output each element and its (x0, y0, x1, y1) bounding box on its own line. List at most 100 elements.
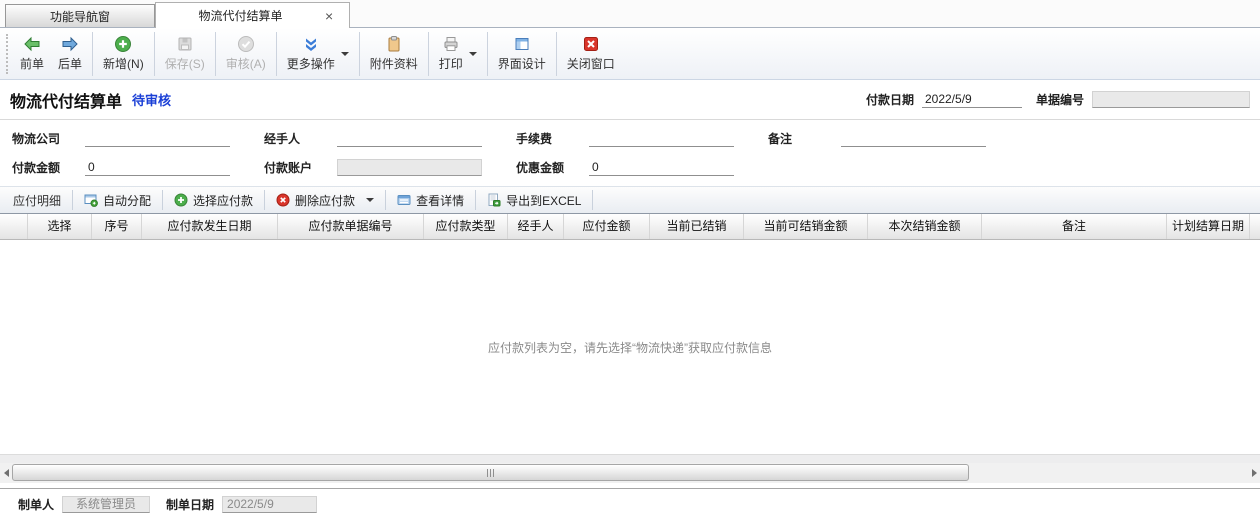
tab-bar: 功能导航窗 物流代付结算单 × (0, 0, 1260, 28)
column-header-indicator (0, 214, 28, 239)
more-actions-label: 更多操作 (287, 55, 335, 72)
column-header-filler (1250, 214, 1260, 239)
plus-circle-green-icon (174, 193, 188, 207)
toolbar-separator (276, 32, 277, 76)
scrollbar-thumb[interactable] (12, 464, 969, 481)
save-button[interactable]: 保存(S) (158, 33, 212, 74)
column-header-settleable-amount[interactable]: 当前可结销金额 (744, 214, 868, 239)
toolbar-separator (264, 190, 265, 210)
add-new-button[interactable]: 新增(N) (96, 33, 151, 74)
horizontal-scrollbar[interactable] (0, 463, 1260, 483)
column-header-handler[interactable]: 经手人 (508, 214, 564, 239)
double-chevron-down-icon (302, 35, 320, 53)
create-date-label: 制单日期 (166, 496, 214, 514)
column-header-remark[interactable]: 备注 (982, 214, 1167, 239)
export-excel-button[interactable]: 导出到EXCEL (478, 188, 590, 212)
ui-design-button[interactable]: 界面设计 (491, 33, 553, 74)
handler-input[interactable] (337, 130, 482, 147)
dropdown-arrow-icon[interactable] (469, 52, 477, 56)
column-header-payable-type[interactable]: 应付款类型 (424, 214, 508, 239)
field-discount: 优惠金额 0 (516, 159, 734, 176)
tab-function-nav[interactable]: 功能导航窗 (5, 4, 155, 27)
prev-doc-button[interactable]: 前单 (13, 33, 51, 74)
toolbar-separator (359, 32, 360, 76)
auto-assign-label: 自动分配 (103, 192, 151, 209)
layout-window-icon (513, 35, 531, 53)
check-circle-icon (237, 35, 255, 53)
detail-title: 应付明细 (4, 192, 70, 209)
select-payable-label: 选择应付款 (193, 192, 253, 209)
handler-label: 经手人 (264, 130, 337, 147)
create-date-field: 2022/5/9 (222, 496, 317, 513)
column-header-select[interactable]: 选择 (28, 214, 92, 239)
remark-label: 备注 (768, 130, 841, 147)
dropdown-arrow-icon[interactable] (341, 52, 349, 56)
attachments-button[interactable]: 附件资料 (363, 33, 425, 74)
field-pay-account: 付款账户 (264, 159, 482, 176)
close-window-button[interactable]: 关闭窗口 (560, 33, 622, 74)
dropdown-arrow-icon[interactable] (366, 198, 374, 202)
delete-payable-label: 删除应付款 (295, 192, 355, 209)
column-header-payable-date[interactable]: 应付款发生日期 (142, 214, 278, 239)
save-label: 保存(S) (165, 55, 205, 72)
document-header: 物流代付结算单 待审核 付款日期 2022/5/9 单据编号 (0, 80, 1260, 120)
column-header-this-settle-amount[interactable]: 本次结销金额 (868, 214, 982, 239)
logistics-company-input[interactable] (85, 130, 230, 147)
tab-label: 物流代付结算单 (156, 7, 325, 24)
discount-label: 优惠金额 (516, 159, 589, 176)
page-title: 物流代付结算单 (10, 88, 122, 112)
select-payable-button[interactable]: 选择应付款 (165, 188, 262, 212)
scroll-left-arrow-icon (4, 469, 9, 477)
toolbar-grip (6, 34, 8, 74)
field-logistics-company: 物流公司 (12, 130, 230, 147)
toolbar-separator (428, 32, 429, 76)
toolbar-separator (72, 190, 73, 210)
column-header-settled[interactable]: 当前已结销 (650, 214, 744, 239)
column-header-plan-settle-date[interactable]: 计划结算日期 (1167, 214, 1250, 239)
fee-input[interactable] (589, 130, 734, 147)
close-window-label: 关闭窗口 (567, 55, 615, 72)
column-header-payable-amount[interactable]: 应付金额 (564, 214, 650, 239)
close-red-icon (582, 35, 600, 53)
auto-assign-button[interactable]: 自动分配 (75, 188, 160, 212)
table-header: 选择 序号 应付款发生日期 应付款单据编号 应付款类型 经手人 应付金额 当前已… (0, 214, 1260, 240)
column-header-seq[interactable]: 序号 (92, 214, 142, 239)
view-details-label: 查看详情 (416, 192, 464, 209)
auto-assign-icon (84, 193, 98, 207)
next-doc-button[interactable]: 后单 (51, 33, 89, 74)
delete-payable-button[interactable]: 删除应付款 (267, 188, 383, 212)
print-label: 打印 (439, 55, 463, 72)
detail-table-icon (397, 193, 411, 207)
pay-date-input[interactable]: 2022/5/9 (922, 91, 1022, 108)
audit-button[interactable]: 审核(A) (219, 33, 273, 74)
field-fee: 手续费 (516, 130, 734, 147)
export-excel-label: 导出到EXCEL (506, 192, 581, 209)
tab-logistics-settlement[interactable]: 物流代付结算单 × (155, 2, 350, 28)
scroll-left-button[interactable] (0, 463, 12, 483)
tab-close-icon[interactable]: × (325, 8, 349, 24)
column-header-payable-doc-no[interactable]: 应付款单据编号 (278, 214, 424, 239)
discount-input[interactable]: 0 (589, 159, 734, 176)
arrow-left-green-icon (23, 35, 41, 53)
creator-field: 系统管理员 (62, 496, 150, 513)
field-handler: 经手人 (264, 130, 482, 147)
pay-account-label: 付款账户 (264, 159, 337, 176)
toolbar-separator (385, 190, 386, 210)
logistics-company-label: 物流公司 (12, 130, 85, 147)
main-toolbar: 前单 后单 新增(N) 保存(S) 审核(A) 更多操作 (0, 28, 1260, 80)
print-button[interactable]: 打印 (432, 33, 484, 74)
footer-status-bar: 制单人 系统管理员 制单日期 2022/5/9 (0, 488, 1260, 529)
scroll-right-button[interactable] (1248, 463, 1260, 483)
toolbar-separator (215, 32, 216, 76)
audit-label: 审核(A) (226, 55, 266, 72)
more-actions-button[interactable]: 更多操作 (280, 33, 356, 74)
pay-amount-input[interactable]: 0 (85, 159, 230, 176)
plus-circle-green-icon (114, 35, 132, 53)
printer-icon (442, 35, 460, 53)
x-circle-red-icon (276, 193, 290, 207)
view-details-button[interactable]: 查看详情 (388, 188, 473, 212)
detail-toolbar: 应付明细 自动分配 选择应付款 删除应付款 查看详情 导出到EXCEL (0, 186, 1260, 214)
pay-account-field (337, 159, 482, 176)
remark-input[interactable] (841, 130, 986, 147)
thumb-grip-icon (487, 469, 488, 477)
